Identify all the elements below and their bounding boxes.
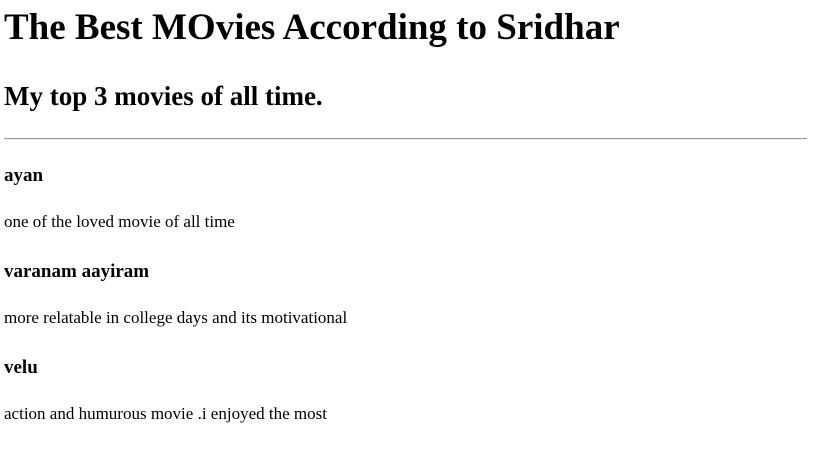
movie-title-ayan: ayan <box>4 165 44 186</box>
movie-description-ayan: one of the loved movie of all time <box>4 212 235 231</box>
movie-title-varanam-aayiram: varanam aayiram <box>4 261 150 282</box>
movie-description-velu: action and humurous movie .i enjoyed the… <box>4 404 327 423</box>
movie-description-varanam-aayiram: more relatable in college days and its m… <box>4 308 348 327</box>
movie-title-velu: velu <box>4 357 38 378</box>
horizontal-rule <box>4 138 807 140</box>
page-subtitle: My top 3 movies of all time. <box>4 81 323 111</box>
page-title: The Best MOvies According to Sridhar <box>4 7 620 48</box>
